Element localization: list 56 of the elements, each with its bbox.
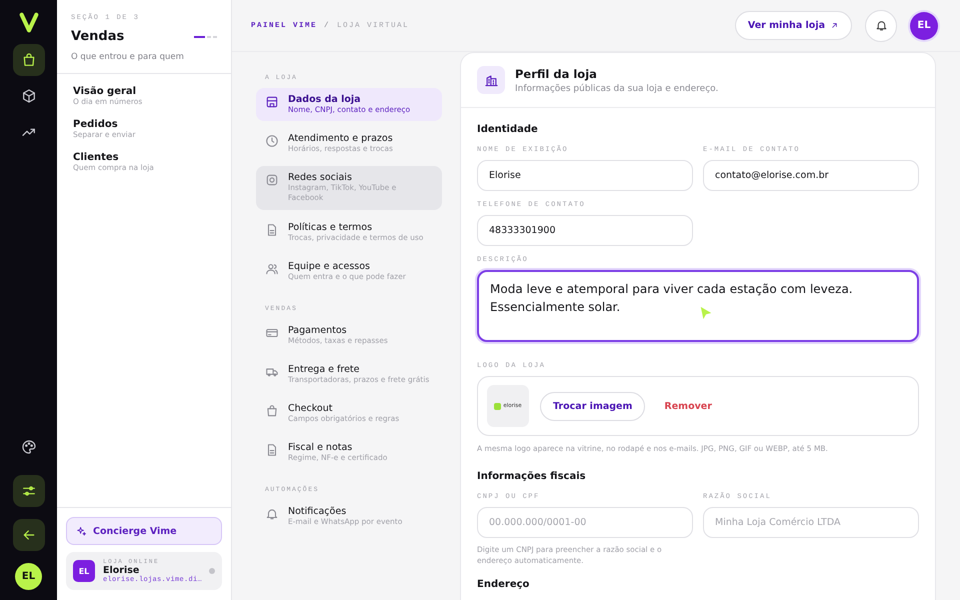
logo-icon [18,12,40,34]
rail-button[interactable] [12,475,44,507]
doc-icon [265,443,279,458]
bag-icon [265,404,279,418]
nav-item-label: Pagamentos [288,324,348,336]
text-field[interactable]: 48333301900 [477,215,693,246]
section-heading: Identidade [477,124,539,135]
bell-icon [265,507,279,522]
nav-item-label: Atendimento e prazos [288,133,393,144]
nav-item-label: Entrega e frete [288,364,360,375]
store-avatar: EL [73,560,95,582]
nav-item-label: Redes sociais [288,172,353,184]
rail-button[interactable] [12,44,44,76]
section-heading: Informações fiscais [477,471,587,482]
card-title: Perfil da loja [515,66,598,80]
text-field[interactable]: contato@elorise.com.br [703,160,919,191]
doc-icon [265,222,279,236]
user-avatar[interactable]: EL [910,12,938,40]
logo-mark-icon [494,402,502,410]
menu-item[interactable]: Pedidos [73,119,215,130]
change-image-button[interactable]: Trocar imagem [540,392,646,420]
nav-item-label: Checkout [288,403,334,414]
status-dot [209,568,215,574]
menu-item[interactable]: Visão geral [73,86,215,97]
store-icon [265,95,279,109]
team-icon [265,262,279,276]
menu-item[interactable]: Clientes [73,152,215,163]
clock-icon [265,134,279,148]
section-title: Vendas [71,29,124,44]
palette-icon [20,439,36,455]
text-field[interactable]: Minha Loja Comércio LTDA [703,507,919,538]
section-subtitle: O que entrou e para quem [71,52,185,62]
nav-item-label: Dados da loja [288,94,362,105]
nav-item-label: Políticas e termos [288,222,374,232]
nav-item-label: Equipe e acessos [288,260,372,272]
concierge-button[interactable]: Concierge Vime [66,517,222,545]
external-arrow-icon [830,21,839,30]
text-field[interactable]: 00.000.000/0001-00 [477,507,693,538]
camera-icon [265,173,279,188]
rail-button[interactable] [12,519,44,551]
remove-button[interactable]: Remover [656,400,720,412]
nav-item-label: Notificações [288,506,348,518]
view-store-button[interactable]: Ver minha loja [734,11,852,40]
description-field[interactable]: Moda leve e atemporal para viver cada estação com leveza. Essencialmente solar. [477,270,919,342]
building-icon [484,72,498,88]
card-subtitle: Informações públicas da sua loja e endereço. [515,84,718,94]
nav-item-label: Fiscal e notas [288,442,354,454]
user-avatar[interactable]: EL [15,563,42,590]
store-name: Elorise [103,565,140,576]
pointer-cursor-icon [699,306,713,320]
bell-icon [874,19,888,32]
box-icon [20,88,36,104]
section-heading: Endereço [477,578,530,590]
notifications-button[interactable] [865,10,897,42]
text-field[interactable]: Elorise [477,160,693,191]
sparkle-icon [76,526,87,536]
